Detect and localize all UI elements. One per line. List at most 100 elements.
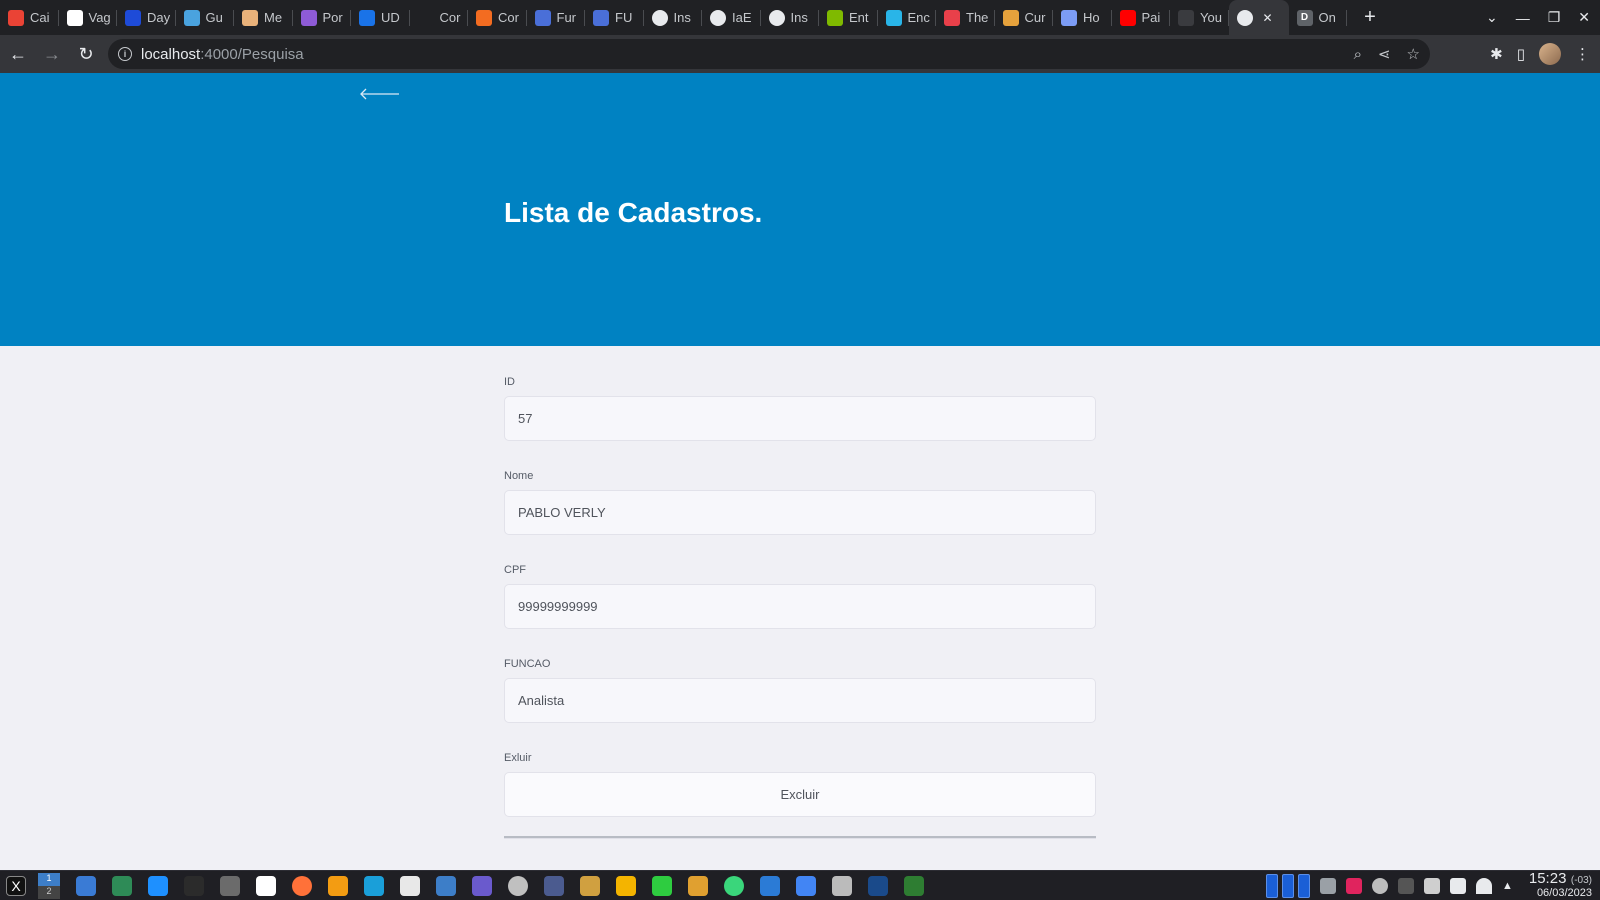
- tab-6[interactable]: UD: [351, 0, 410, 35]
- taskbar-app-icon[interactable]: [868, 875, 888, 896]
- forward-button[interactable]: →: [36, 38, 68, 70]
- tab-label: Cur: [1024, 10, 1046, 25]
- tab-label: UD: [381, 10, 400, 25]
- tab-5[interactable]: Por: [293, 0, 352, 35]
- restore-icon[interactable]: ❐: [1548, 9, 1561, 26]
- excluir-button[interactable]: Excluir: [504, 772, 1096, 817]
- taskbar-app-icon[interactable]: [760, 875, 780, 896]
- taskbar-app-icon[interactable]: [436, 875, 456, 896]
- zoom-icon[interactable]: ⌕: [1354, 46, 1362, 63]
- taskbar-app-icon[interactable]: [544, 875, 564, 896]
- app-tray-icon[interactable]: [1345, 878, 1362, 894]
- clipboard-icon[interactable]: [1423, 878, 1440, 894]
- volume-icon[interactable]: [1449, 878, 1466, 894]
- tab-label: Me: [264, 10, 283, 25]
- taskbar-apps: [60, 875, 924, 896]
- address-bar[interactable]: i localhost :4000/Pesquisa ⌕ ⋖ ☆: [108, 39, 1430, 69]
- taskbar-app-icon[interactable]: [112, 875, 132, 896]
- workspace-2[interactable]: 2: [38, 885, 60, 899]
- close-window-icon[interactable]: ✕: [1578, 9, 1590, 26]
- tab-label: Ins: [790, 10, 808, 25]
- close-tab-icon[interactable]: ✕: [1263, 11, 1273, 25]
- tab-label: Fur: [556, 10, 577, 25]
- taskbar-app-icon[interactable]: [508, 875, 528, 896]
- workspace-switcher[interactable]: 1 2: [38, 872, 60, 899]
- tab-9[interactable]: Fur: [527, 0, 586, 35]
- funcao-field[interactable]: Analista: [504, 678, 1096, 723]
- pager-1[interactable]: [1265, 874, 1278, 898]
- tab-14[interactable]: Ent: [819, 0, 878, 35]
- taskbar-app-icon[interactable]: [832, 875, 852, 896]
- taskbar-app-icon[interactable]: [292, 875, 312, 896]
- taskbar-app-icon[interactable]: [472, 875, 492, 896]
- taskbar-app-icon[interactable]: [616, 875, 636, 896]
- minimize-icon[interactable]: —: [1516, 10, 1530, 26]
- pager-3[interactable]: [1297, 874, 1310, 898]
- pager-2[interactable]: [1281, 874, 1294, 898]
- reload-button[interactable]: ↻: [70, 38, 102, 70]
- bookmark-star-icon[interactable]: ☆: [1407, 45, 1420, 63]
- tab-last[interactable]: D On: [1289, 0, 1348, 35]
- wifi-icon[interactable]: [1475, 878, 1492, 894]
- taskbar-app-icon[interactable]: [328, 875, 348, 896]
- system-tray: ▲ 15:23 (-03) 06/03/2023: [1265, 871, 1592, 900]
- tab-8[interactable]: Cor: [468, 0, 527, 35]
- workspace-pager[interactable]: [1265, 874, 1310, 898]
- sync-icon[interactable]: [1371, 878, 1388, 894]
- notifications-icon[interactable]: [1319, 878, 1336, 894]
- back-button[interactable]: ←: [2, 38, 34, 70]
- tab-10[interactable]: FU: [585, 0, 644, 35]
- terminal-tray-icon[interactable]: [1397, 878, 1414, 894]
- tab-label: Pai: [1141, 10, 1161, 25]
- clock[interactable]: 15:23 (-03) 06/03/2023: [1529, 871, 1592, 900]
- tab-11[interactable]: Ins: [644, 0, 703, 35]
- workspace-1[interactable]: 1: [38, 872, 60, 886]
- taskbar-app-icon[interactable]: [364, 875, 384, 896]
- tab-16[interactable]: The: [936, 0, 995, 35]
- tab-18[interactable]: Ho: [1053, 0, 1112, 35]
- active-tab[interactable]: ✕: [1228, 0, 1289, 35]
- back-arrow-icon[interactable]: [360, 87, 400, 101]
- tab-13[interactable]: Ins: [761, 0, 820, 35]
- app-menu-icon[interactable]: X: [6, 875, 26, 896]
- tab-20[interactable]: You: [1170, 0, 1229, 35]
- taskbar-app-icon[interactable]: [580, 875, 600, 896]
- tab-17[interactable]: Cur: [995, 0, 1054, 35]
- tab-search-icon[interactable]: ⌄: [1486, 9, 1498, 26]
- tab-label: IaE: [732, 10, 752, 25]
- taskbar-app-icon[interactable]: [220, 875, 240, 896]
- taskbar-app-icon[interactable]: [724, 875, 744, 896]
- taskbar-app-icon[interactable]: [76, 875, 96, 896]
- id-field[interactable]: 57: [504, 396, 1096, 441]
- site-info-icon[interactable]: i: [118, 47, 132, 61]
- taskbar-app-icon[interactable]: [904, 875, 924, 896]
- page-header: Lista de Cadastros.: [0, 73, 1600, 346]
- menu-kebab-icon[interactable]: ⋮: [1575, 45, 1590, 63]
- microsoft-icon: [827, 9, 843, 26]
- new-tab-button[interactable]: +: [1353, 0, 1387, 35]
- nome-field[interactable]: PABLO VERLY: [504, 490, 1096, 535]
- taskbar-app-icon[interactable]: [184, 875, 204, 896]
- tab-3[interactable]: Gu: [176, 0, 235, 35]
- tab-12[interactable]: IaE: [702, 0, 761, 35]
- tab-0[interactable]: Cai: [0, 0, 59, 35]
- taskbar-app-icon[interactable]: [688, 875, 708, 896]
- tab-1[interactable]: Vag: [59, 0, 118, 35]
- taskbar-app-icon[interactable]: [652, 875, 672, 896]
- tab-4[interactable]: Me: [234, 0, 293, 35]
- tray-expand-icon[interactable]: ▲: [1502, 880, 1513, 892]
- tab-2[interactable]: Day: [117, 0, 176, 35]
- extensions-icon[interactable]: ✱: [1490, 45, 1503, 63]
- github-icon: [1178, 9, 1194, 26]
- cpf-field[interactable]: 99999999999: [504, 584, 1096, 629]
- side-panel-icon[interactable]: ▯: [1517, 45, 1525, 63]
- share-icon[interactable]: ⋖: [1378, 45, 1391, 63]
- tab-19[interactable]: Pai: [1112, 0, 1171, 35]
- taskbar-app-icon[interactable]: [256, 875, 276, 896]
- profile-avatar[interactable]: [1539, 43, 1561, 65]
- taskbar-app-icon[interactable]: [148, 875, 168, 896]
- taskbar-app-icon[interactable]: [400, 875, 420, 896]
- taskbar-app-icon[interactable]: [796, 875, 816, 896]
- tab-7[interactable]: Cor: [410, 0, 469, 35]
- tab-15[interactable]: Enc: [878, 0, 937, 35]
